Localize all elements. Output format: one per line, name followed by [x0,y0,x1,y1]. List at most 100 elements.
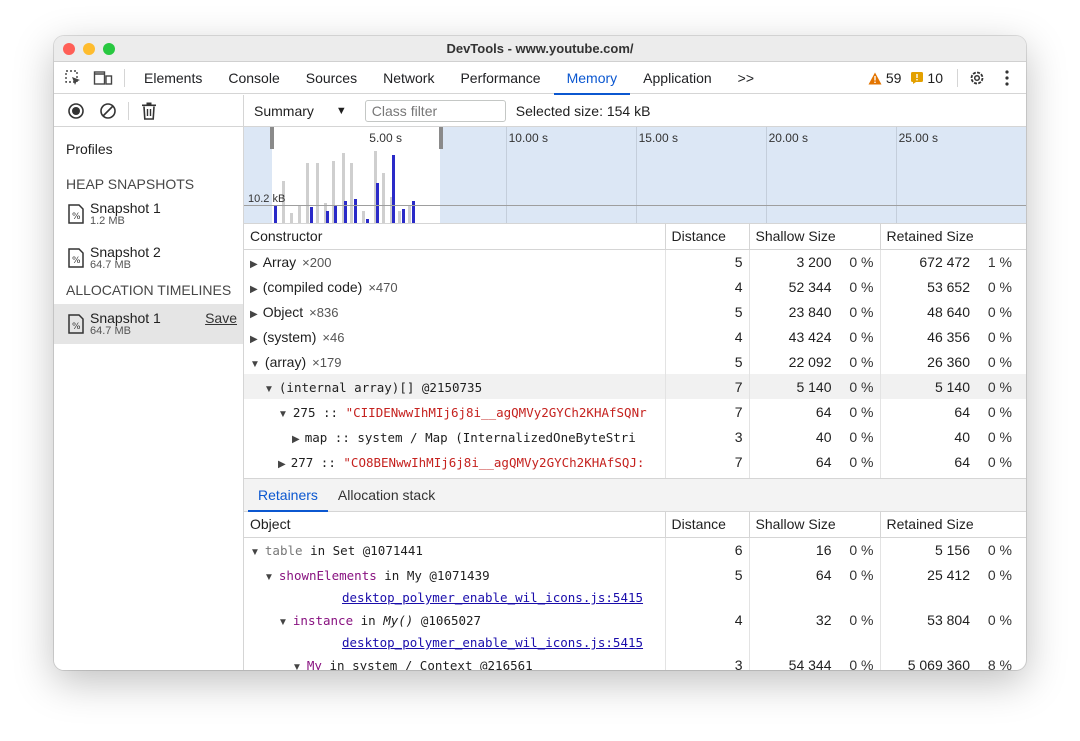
source-link-row[interactable]: desktop_polymer_enable_wil_icons.js:5415 [244,632,1026,652]
tab-console[interactable]: Console [215,62,292,94]
table-row[interactable]: ▶ Array ×200 5 3 200 0 % 672 472 1 % [244,249,1026,274]
more-tabs-button[interactable]: >> [725,62,767,94]
column-retained-size[interactable]: Retained Size [880,224,1026,250]
column-retained-size[interactable]: Retained Size [880,512,1026,538]
view-select[interactable]: Summary ▼ [254,103,347,119]
expanded-triangle-icon[interactable]: ▼ [278,409,288,420]
table-row[interactable]: ▼ (internal array)[] @2150735 7 5 140 0 % 5 1… [244,374,1026,399]
object-cell[interactable]: desktop_polymer_enable_wil_icons.js:5415 [244,632,666,652]
tab-sources[interactable]: Sources [293,62,370,94]
column-distance[interactable]: Distance [665,512,750,538]
collapsed-triangle-icon[interactable]: ▶ [278,459,286,470]
constructor-cell[interactable]: ▼ 275 :: "CIIDENwwIhMIj6j8i__agQMVy2GYCh2… [244,399,666,424]
retained-percent: 0 % [987,403,1012,420]
allocation-snapshot-1[interactable]: % Snapshot 1 64.7 MB Save [54,304,243,344]
expanded-triangle-icon[interactable]: ▼ [264,384,274,395]
heap-snapshot-2[interactable]: % Snapshot 2 64.7 MB [54,238,243,278]
table-row[interactable]: ▼ (array) ×179 5 22 092 0 % 26 360 0 % [244,349,1026,374]
object-cell[interactable]: desktop_polymer_enable_wil_icons.js:5415 [244,587,666,607]
class-filter-input[interactable]: Class filter [364,99,506,122]
empty-cell [665,587,750,607]
source-link-row[interactable]: desktop_polymer_enable_wil_icons.js:5415 [244,587,1026,607]
heap-snapshot-1[interactable]: % Snapshot 1 1.2 MB [54,194,243,234]
shallow-percent: 0 % [849,378,874,395]
tab-elements[interactable]: Elements [131,62,215,94]
save-snapshot-link[interactable]: Save [205,310,237,326]
constructor-cell[interactable]: ▶ Array ×200 [244,249,666,274]
object-cell[interactable]: ▼ shownElements in My @1071439 [244,562,666,587]
tab-network[interactable]: Network [370,62,447,94]
retained-percent: 0 % [987,328,1012,345]
table-row[interactable]: ▶ map :: system / Map (InternalizedOneByt… [244,424,1026,449]
collapsed-triangle-icon[interactable]: ▶ [250,334,258,345]
object-cell[interactable]: ▼ My in system / Context @216561 [244,652,666,671]
tab-application[interactable]: Application [630,62,725,94]
expanded-triangle-icon[interactable]: ▼ [250,359,260,370]
inspect-element-icon[interactable] [58,62,88,94]
expanded-triangle-icon[interactable]: ▼ [292,662,302,671]
expanded-triangle-icon[interactable]: ▼ [278,617,288,628]
constructor-cell[interactable]: ▶ Object ×836 [244,299,666,324]
warnings-badge[interactable]: 59 [868,70,901,86]
issues-badge[interactable]: 10 [911,70,943,86]
retainer-row[interactable]: ▼ shownElements in My @1071439 5 64 0 % 25 41… [244,562,1026,587]
column-object[interactable]: Object [244,512,666,538]
string-value: "CIIDENwwIhMIj6j8i__agQMVy2GYCh2KHAfSQNr [345,404,647,420]
zoom-window-button[interactable] [103,43,115,55]
minimize-window-button[interactable] [83,43,95,55]
constructor-cell[interactable]: ▶ 277 :: "CO8BENwwIhMIj6j8i__agQMVy2GYCh2… [244,449,666,474]
device-toolbar-icon[interactable] [88,62,118,94]
table-row[interactable]: ▶ (system) ×46 4 43 424 0 % 46 356 0 % [244,324,1026,349]
column-distance[interactable]: Distance [665,224,750,250]
collapsed-triangle-icon[interactable]: ▶ [292,434,300,445]
allocation-bar [326,211,329,223]
record-icon[interactable] [62,97,90,125]
object-cell[interactable]: ▼ instance in My() @1065027 [244,607,666,632]
collapsed-triangle-icon[interactable]: ▶ [250,309,258,320]
tab-retainers[interactable]: Retainers [248,479,328,512]
allocation-bar [298,205,301,223]
more-options-icon[interactable] [992,62,1022,94]
collapsed-triangle-icon[interactable]: ▶ [250,259,258,270]
timeline-left-handle[interactable] [270,127,274,149]
expanded-triangle-icon[interactable]: ▼ [264,572,274,583]
delete-trash-icon[interactable] [135,97,163,125]
retainer-row[interactable]: ▼ instance in My() @1065027 4 32 0 % 53 804 0 … [244,607,1026,632]
table-row[interactable]: ▶ (compiled code) ×470 4 52 344 0 % 53 652 0 % [244,274,1026,299]
table-row[interactable]: ▶ Object ×836 5 23 840 0 % 48 640 0 % [244,299,1026,324]
tab-allocation-stack[interactable]: Allocation stack [328,479,445,512]
snapshot-view: Summary ▼ Class filter Selected size: 15… [244,95,1026,670]
column-shallow-size[interactable]: Shallow Size [749,224,881,250]
dropdown-arrow-icon: ▼ [335,104,347,117]
constructor-name: (system) [262,328,317,345]
column-shallow-size[interactable]: Shallow Size [749,512,881,538]
collapsed-triangle-icon[interactable]: ▶ [250,284,258,295]
table-row[interactable]: ▶ 277 :: "CO8BENwwIhMIj6j8i__agQMVy2GYCh2… [244,449,1026,474]
clear-all-icon[interactable] [94,97,122,125]
shallow-size-value: 40 [815,428,832,445]
snapshot-name: Snapshot 1 [90,310,161,326]
retainer-row[interactable]: ▼ My in system / Context @216561 3 54 344 0 … [244,652,1026,670]
constructor-name: Object [262,303,304,320]
tab-performance[interactable]: Performance [447,62,553,94]
timeline-right-handle[interactable] [439,127,443,149]
expanded-triangle-icon[interactable]: ▼ [250,547,260,558]
settings-gear-icon[interactable] [962,62,992,94]
object-cell[interactable]: ▼ table in Set @1071441 [244,537,666,562]
retainer-row[interactable]: ▼ table in Set @1071441 6 16 0 % 5 156 0 % [244,537,1026,562]
close-window-button[interactable] [63,43,75,55]
column-constructor[interactable]: Constructor [244,224,666,250]
constructor-cell[interactable]: ▶ (compiled code) ×470 [244,274,666,299]
retained-size-value: 53 652 [927,278,970,295]
source-link[interactable]: desktop_polymer_enable_wil_icons.js:5415 [342,635,643,650]
table-row[interactable]: ▼ 275 :: "CIIDENwwIhMIj6j8i__agQMVy2GYCh2… [244,399,1026,424]
shallow-size-cell: 52 344 0 % [749,274,881,299]
constructor-cell[interactable]: ▶ map :: system / Map (InternalizedOneByt… [244,424,666,449]
constructor-cell[interactable]: ▼ (array) ×179 [244,349,666,374]
timeline-tick-label: 15.00 s [638,131,678,145]
tab-memory[interactable]: Memory [553,62,631,95]
constructor-cell[interactable]: ▶ (system) ×46 [244,324,666,349]
allocation-timeline[interactable]: 5.00 s 10.00 s 15.00 s 20.00 s 25.00 s 30.00 … [244,127,1026,224]
source-link[interactable]: desktop_polymer_enable_wil_icons.js:5415 [342,590,643,605]
constructor-cell[interactable]: ▼ (internal array)[] @2150735 [244,374,666,399]
